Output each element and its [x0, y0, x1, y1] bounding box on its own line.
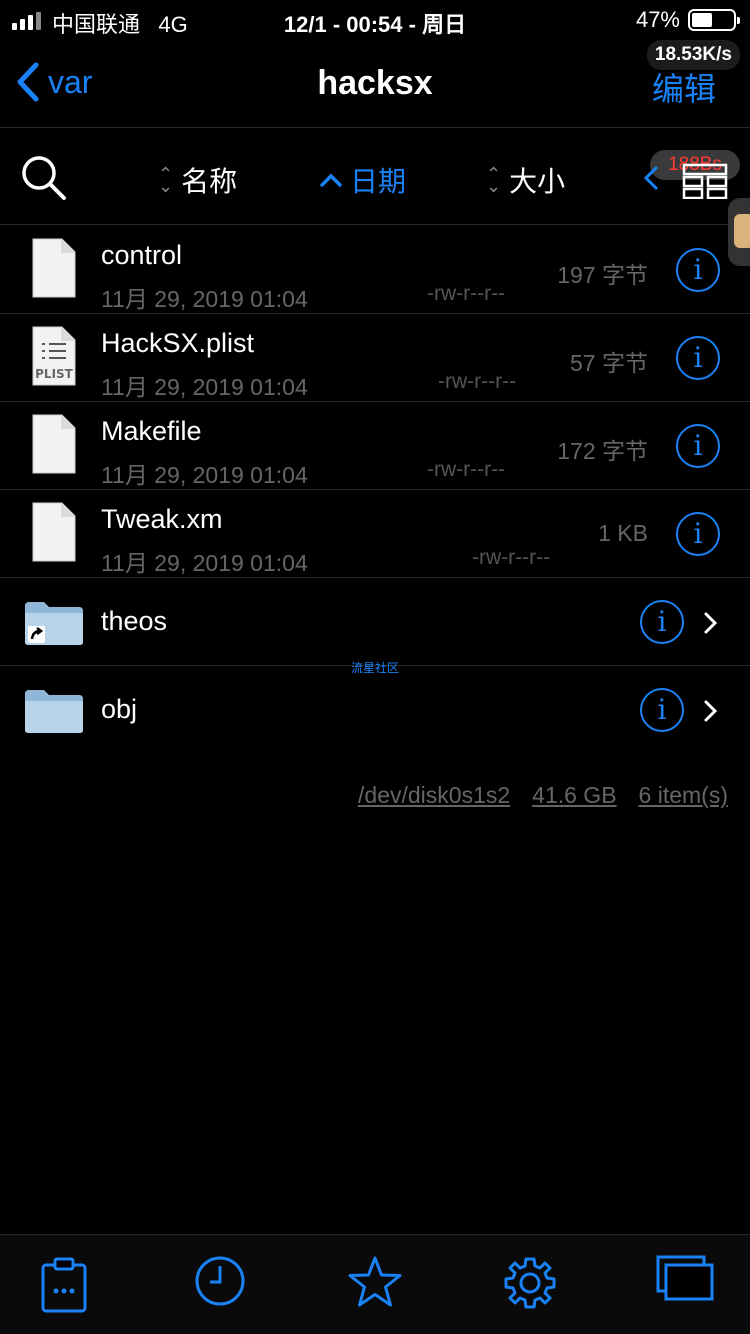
file-name: Tweak.xm — [101, 504, 223, 534]
document-icon — [32, 502, 76, 562]
storage-info: /dev/disk0s1s2 41.6 GB 6 item(s) — [358, 782, 728, 809]
sort-bar: ⌃ ⌄ 名称 日期 ⌃ ⌄ 大小 188Bs — [0, 128, 750, 225]
folder-row[interactable]: theos i — [0, 578, 750, 666]
file-name: Makefile — [101, 416, 202, 446]
info-button[interactable]: i — [676, 248, 720, 292]
tab-bar — [0, 1234, 750, 1334]
file-permissions: -rw-r--r-- — [427, 458, 506, 481]
edit-button[interactable]: 编辑 — [652, 64, 716, 110]
sort-toggle-icon: ⌃ ⌄ — [158, 164, 174, 196]
file-size: 57 字节 — [570, 350, 648, 376]
chevron-right-icon — [704, 700, 718, 722]
plist-icon: PLIST — [32, 326, 76, 386]
file-size: 172 字节 — [557, 438, 648, 464]
file-name: control — [101, 240, 183, 270]
clipboard-icon[interactable] — [40, 1255, 88, 1315]
sort-by-date[interactable]: 日期 — [320, 160, 406, 200]
item-count-link[interactable]: 6 item(s) — [639, 782, 728, 809]
battery-icon — [688, 9, 740, 31]
file-row[interactable]: control 11月 29, 2019 01:04 -rw-r--r-- 19… — [0, 226, 750, 314]
info-button[interactable]: i — [640, 600, 684, 644]
sort-date-label: 日期 — [350, 166, 407, 197]
file-date: 11月 29, 2019 01:04 — [101, 286, 308, 312]
watermark-text: 流星社区 — [350, 661, 399, 675]
file-row[interactable]: Makefile 11月 29, 2019 01:04 -rw-r--r-- 1… — [0, 402, 750, 490]
chevron-right-icon — [704, 612, 718, 634]
info-button[interactable]: i — [676, 336, 720, 380]
file-permissions: -rw-r--r-- — [427, 282, 506, 305]
star-icon[interactable] — [347, 1255, 403, 1309]
file-permissions: -rw-r--r-- — [472, 546, 551, 569]
chevron-up-icon — [320, 173, 342, 187]
file-row[interactable]: PLIST HackSX.plist 11月 29, 2019 01:04 -r… — [0, 314, 750, 402]
info-button[interactable]: i — [676, 424, 720, 468]
folder-alias-icon — [25, 602, 83, 645]
sort-toggle-icon: ⌃ ⌄ — [486, 164, 502, 196]
sort-by-name[interactable]: ⌃ ⌄ 名称 — [158, 160, 237, 200]
sort-size-label: 大小 — [509, 166, 566, 197]
document-icon — [32, 238, 76, 298]
file-date: 11月 29, 2019 01:04 — [101, 374, 308, 400]
info-button[interactable]: i — [640, 688, 684, 732]
gear-icon[interactable] — [502, 1255, 558, 1311]
search-icon[interactable] — [20, 154, 68, 202]
battery-percent: 47% — [635, 7, 680, 32]
list-view-icon[interactable] — [682, 163, 728, 199]
file-size: 1 KB — [598, 520, 648, 546]
file-size: 197 字节 — [557, 262, 648, 288]
document-icon — [32, 414, 76, 474]
file-date: 11月 29, 2019 01:04 — [101, 462, 308, 488]
folder-icon — [25, 690, 83, 733]
disk-link[interactable]: /dev/disk0s1s2 — [358, 782, 510, 809]
svg-text:PLIST: PLIST — [35, 367, 74, 381]
sort-by-size[interactable]: ⌃ ⌄ 大小 — [486, 160, 565, 200]
file-date: 11月 29, 2019 01:04 — [101, 550, 308, 576]
sort-name-label: 名称 — [181, 166, 238, 197]
file-row[interactable]: Tweak.xm 11月 29, 2019 01:04 -rw-r--r-- 1… — [0, 490, 750, 578]
status-bar: 中国联通 4G 12/1 - 00:54 - 周日 47% — [0, 0, 750, 40]
file-name: HackSX.plist — [101, 328, 255, 358]
windows-icon[interactable] — [656, 1255, 714, 1303]
info-button[interactable]: i — [676, 512, 720, 556]
file-permissions: -rw-r--r-- — [438, 370, 517, 393]
free-space-link[interactable]: 41.6 GB — [532, 782, 616, 809]
folder-name: theos — [101, 606, 168, 636]
navigation-bar: var hacksx 编辑 — [0, 40, 750, 128]
page-title: hacksx — [317, 64, 433, 102]
clock-icon[interactable] — [194, 1255, 246, 1307]
chevron-left-icon[interactable] — [642, 164, 660, 192]
folder-row[interactable]: obj i — [0, 666, 750, 754]
folder-name: obj — [101, 694, 138, 724]
